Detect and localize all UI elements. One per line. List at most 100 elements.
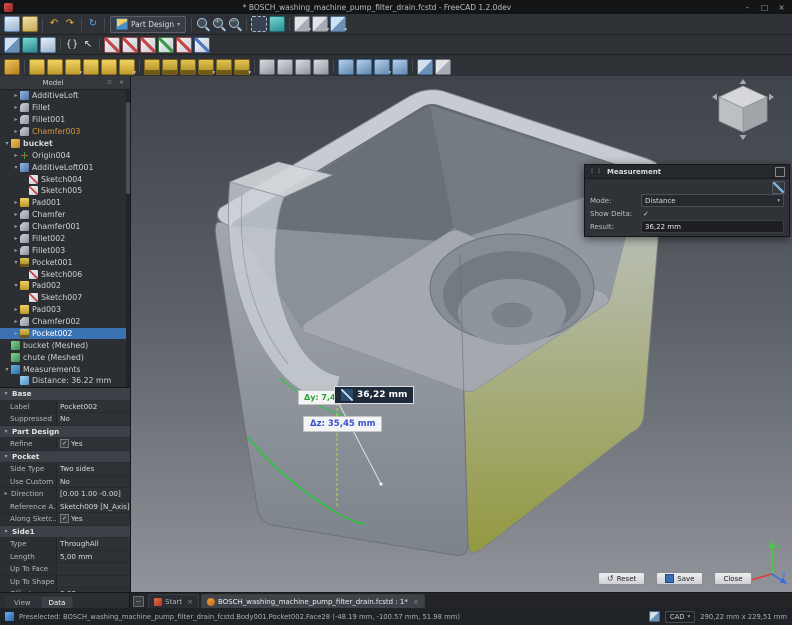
dock-dialog-icon[interactable] (775, 167, 785, 177)
property-value[interactable]: Sketch009 [N_Axis] (57, 501, 130, 513)
tree-item-fillet[interactable]: ▸Fillet (0, 102, 130, 114)
linear-pattern-icon[interactable] (356, 59, 372, 75)
hole-icon[interactable] (162, 59, 178, 75)
expander-closed-icon[interactable]: ▸ (12, 92, 20, 99)
expander-closed-icon[interactable]: ▸ (12, 116, 20, 123)
subtractive-loft-icon[interactable]: ▾ (198, 59, 214, 75)
property-value[interactable]: [0.00 1.00 -0.00] (57, 488, 130, 500)
tree-item-fillet003[interactable]: ▸Fillet003 (0, 244, 130, 256)
std-views-icon[interactable]: ▾ (312, 16, 328, 32)
sketch-section-view-icon[interactable] (194, 37, 210, 53)
property-value[interactable]: ✓Yes (57, 438, 130, 450)
expander-closed-icon[interactable]: ▸ (12, 247, 20, 254)
show-delta-checkbox[interactable]: ✓ (641, 210, 649, 218)
result-field[interactable]: 36,22 mm (641, 220, 784, 233)
polar-pattern-icon[interactable]: ▾ (374, 59, 390, 75)
property-group-pocket[interactable]: ▾Pocket (0, 451, 130, 464)
tree-item-chute-meshed[interactable]: chute (Meshed) (0, 351, 130, 363)
tree-item-fillet001[interactable]: ▸Fillet001 (0, 114, 130, 126)
tree-item-origin004[interactable]: ▸Origin004 (0, 149, 130, 161)
tree-item-chamfer002[interactable]: ▸Chamfer002 (0, 316, 130, 328)
document-tab-start[interactable]: Start× (148, 594, 199, 609)
expander-closed-icon[interactable]: ▸ (12, 211, 20, 218)
3d-model-canvas[interactable] (130, 76, 792, 592)
tree-item-pad003[interactable]: ▸Pad003 (0, 304, 130, 316)
boolean-operation-icon[interactable] (417, 59, 433, 75)
measure-icon[interactable] (269, 16, 285, 32)
close-button[interactable]: × (775, 3, 788, 12)
expander-open-icon[interactable]: ▾ (3, 366, 11, 373)
expander-closed-icon[interactable]: ▸ (12, 104, 20, 111)
tree-item-measurements[interactable]: ▾Measurements (0, 363, 130, 375)
additive-helix-icon[interactable] (101, 59, 117, 75)
property-value[interactable]: ✓Yes (57, 513, 130, 525)
zoom-out-icon[interactable]: − (228, 17, 242, 31)
workbench-selector[interactable]: Part Design▾ (110, 16, 186, 33)
property-value[interactable]: Two sides (57, 463, 130, 475)
zoom-in-icon[interactable]: + (212, 17, 226, 31)
part-document-icon[interactable] (40, 37, 56, 53)
navigation-cube[interactable] (710, 78, 778, 146)
fillet-tool-icon[interactable] (259, 59, 275, 75)
subtractive-primitive-icon[interactable]: ▾ (234, 59, 250, 75)
annotation-tool-icon[interactable] (772, 181, 785, 194)
expander-closed-icon[interactable]: ▸ (12, 199, 20, 206)
tab-list-icon[interactable] (133, 596, 144, 607)
tree-item-sketch007[interactable]: Sketch007 (0, 292, 130, 304)
property-value[interactable]: ThroughAll (57, 538, 130, 550)
tree-item-pocket001[interactable]: ▾Pocket001 (0, 256, 130, 268)
expander-closed-icon[interactable]: ▸ (2, 490, 10, 497)
expander-open-icon[interactable]: ▾ (12, 164, 20, 171)
draw-style-icon[interactable]: ▾ (294, 16, 310, 32)
tree-item-sketch006[interactable]: Sketch006 (0, 268, 130, 280)
property-group-base[interactable]: ▾Base (0, 388, 130, 401)
save-button[interactable]: Save (656, 572, 703, 585)
undo-icon[interactable]: ↶ (47, 17, 61, 31)
nav-style-dropdown[interactable]: CAD ▾ (665, 611, 695, 623)
thickness-tool-icon[interactable] (313, 59, 329, 75)
tree-item-distance-36-22-mm[interactable]: Distance: 36.22 mm (0, 375, 130, 387)
redo-icon[interactable]: ↷ (63, 17, 77, 31)
validate-sketch-icon[interactable] (158, 37, 174, 53)
expander-closed-icon[interactable]: ▸ (12, 235, 20, 242)
expander-closed-icon[interactable]: ▸ (12, 306, 20, 313)
property-group-side1[interactable]: ▾Side1 (0, 526, 130, 539)
tree-item-chamfer001[interactable]: ▸Chamfer001 (0, 221, 130, 233)
chamfer-tool-icon[interactable] (277, 59, 293, 75)
expression-editor-icon[interactable]: {} (65, 38, 79, 52)
reset-button[interactable]: ↺ Reset (598, 572, 645, 585)
multitransform-icon[interactable] (392, 59, 408, 75)
refresh-icon[interactable]: ↻ (86, 17, 100, 31)
tree-item-pocket002[interactable]: ▸Pocket002 (0, 328, 130, 340)
tree-scrollbar[interactable] (126, 90, 130, 387)
maximize-button[interactable]: □ (758, 3, 771, 12)
expander-open-icon[interactable]: ▾ (3, 140, 11, 147)
tree-item-pad001[interactable]: ▸Pad001 (0, 197, 130, 209)
property-value[interactable]: No (57, 413, 130, 425)
create-body-icon[interactable] (4, 59, 20, 75)
tree-item-sketch004[interactable]: Sketch004 (0, 173, 130, 185)
tree-scrollbar-thumb[interactable] (126, 102, 130, 194)
property-value[interactable]: 5,00 mm (57, 551, 130, 563)
close-dialog-button[interactable]: Close (714, 572, 751, 585)
tree-item-fillet002[interactable]: ▸Fillet002 (0, 233, 130, 245)
expander-open-icon[interactable]: ▾ (12, 282, 20, 289)
panel-close-icon[interactable]: × (117, 78, 126, 87)
additive-primitive-icon[interactable]: ▾ (119, 59, 135, 75)
property-value[interactable]: No (57, 476, 130, 488)
open-document-icon[interactable] (22, 16, 38, 32)
attach-sketch-icon[interactable] (140, 37, 156, 53)
rotation-mode-icon[interactable]: ▾ (330, 16, 346, 32)
tree-item-chamfer[interactable]: ▸Chamfer (0, 209, 130, 221)
minimize-button[interactable]: – (741, 3, 754, 12)
expander-closed-icon[interactable]: ▸ (12, 330, 20, 337)
tree-item-bucket-meshed[interactable]: bucket (Meshed) (0, 339, 130, 351)
expander-closed-icon[interactable]: ▸ (12, 152, 20, 159)
tree-item-chamfer003[interactable]: ▸Chamfer003 (0, 126, 130, 138)
overlay-toggle-icon[interactable] (4, 37, 20, 53)
box-selection-icon[interactable] (251, 16, 267, 32)
checkbox-checked-icon[interactable]: ✓ (60, 514, 69, 523)
subtractive-pipe-icon[interactable] (216, 59, 232, 75)
tree-item-additiveloft[interactable]: ▸AdditiveLoft (0, 90, 130, 102)
tree-item-pad002[interactable]: ▾Pad002 (0, 280, 130, 292)
